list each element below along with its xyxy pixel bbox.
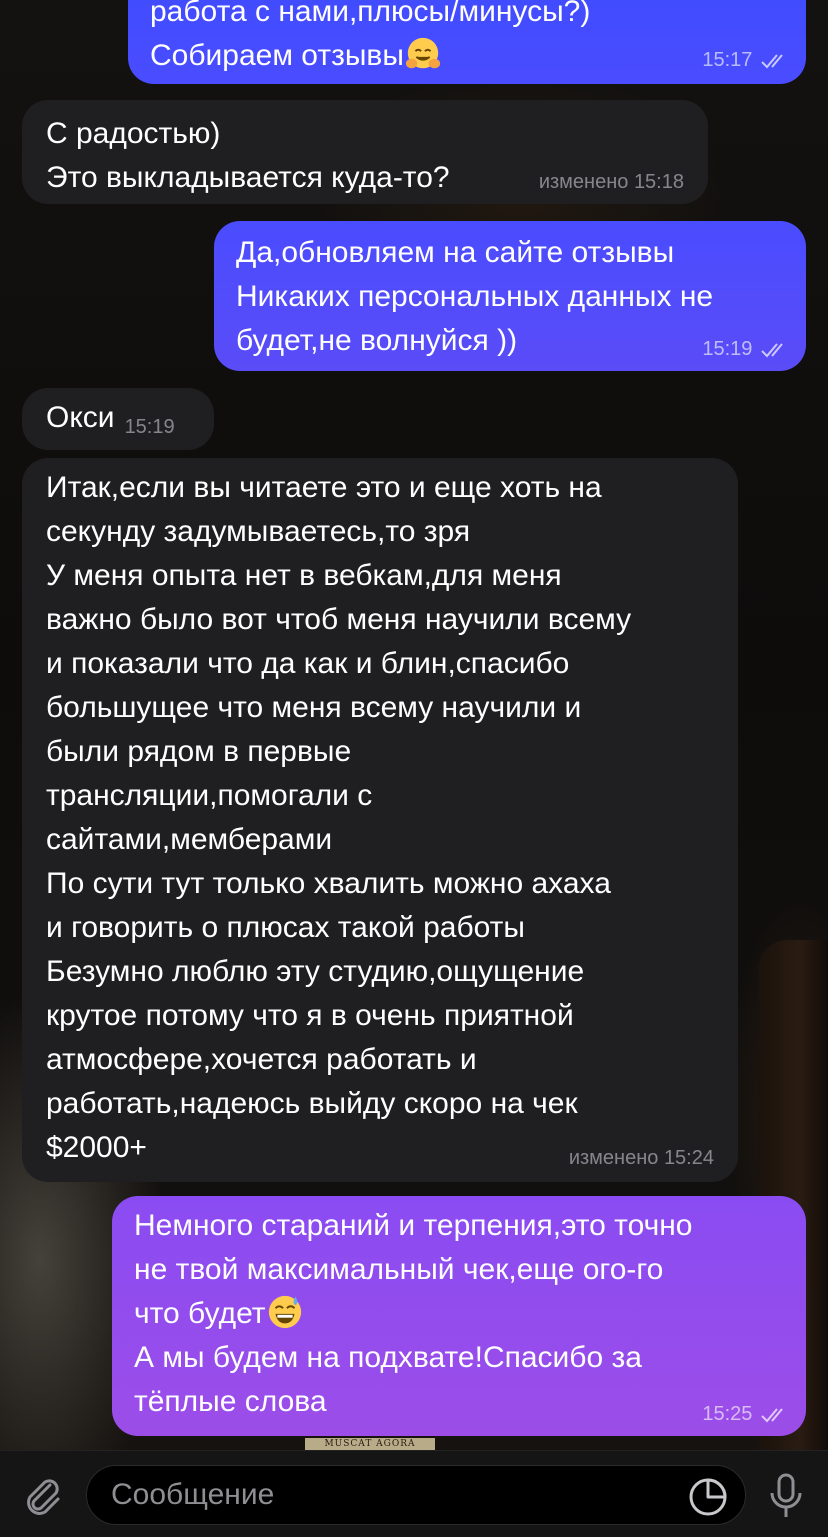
outgoing-message[interactable]: работа с нами,плюсы/минусы?) Собираем от…: [128, 0, 806, 84]
hugging-face-emoji-icon: [405, 37, 440, 69]
message-meta: 15:19: [702, 337, 790, 361]
wallpaper-label: MUSCAT AGORA: [305, 1438, 435, 1450]
double-check-icon: [761, 54, 783, 69]
sticker-icon[interactable]: [686, 1477, 730, 1517]
incoming-message[interactable]: Итак,если вы читаете это и еще хоть на с…: [22, 458, 738, 1182]
message-meta: изменено 15:24: [569, 1146, 714, 1170]
message-meta: 15:17: [702, 48, 790, 72]
message-meta: изменено 15:18: [539, 170, 684, 194]
incoming-message[interactable]: С радостью) Это выкладывается куда-то? и…: [22, 100, 708, 204]
grinning-face-with-sweat-emoji-icon: [268, 1295, 301, 1329]
double-check-icon: [761, 1408, 783, 1423]
outgoing-message[interactable]: Да,обновляем на сайте отзывы Никаких пер…: [214, 221, 806, 371]
message-text: Немного стараний и терпения,это точно не…: [134, 1209, 693, 1418]
message-text: Окси 15:19: [46, 401, 175, 438]
message-time: 15:17: [702, 49, 753, 71]
microphone-icon[interactable]: [764, 1471, 808, 1521]
outgoing-message[interactable]: Немного стараний и терпения,это точно не…: [112, 1196, 806, 1436]
paperclip-icon[interactable]: [20, 1473, 64, 1517]
message-time: 15:18: [633, 171, 684, 193]
message-time: 15:24: [663, 1147, 714, 1169]
edited-label: изменено: [568, 1147, 659, 1169]
message-input[interactable]: Сообщение: [86, 1465, 746, 1525]
message-time: 15:19: [124, 416, 175, 438]
edited-label: изменено: [538, 171, 629, 193]
message-input-bar: Сообщение: [0, 1450, 828, 1537]
message-time: 15:25: [702, 1403, 753, 1425]
incoming-message[interactable]: Окси 15:19: [22, 388, 214, 450]
message-meta: 15:25: [702, 1402, 790, 1426]
message-text: работа с нами,плюсы/минусы?) Собираем от…: [150, 0, 591, 72]
message-text: Итак,если вы читаете это и еще хоть на с…: [46, 471, 632, 1164]
double-check-icon: [761, 343, 783, 358]
message-time: 15:19: [702, 338, 753, 360]
